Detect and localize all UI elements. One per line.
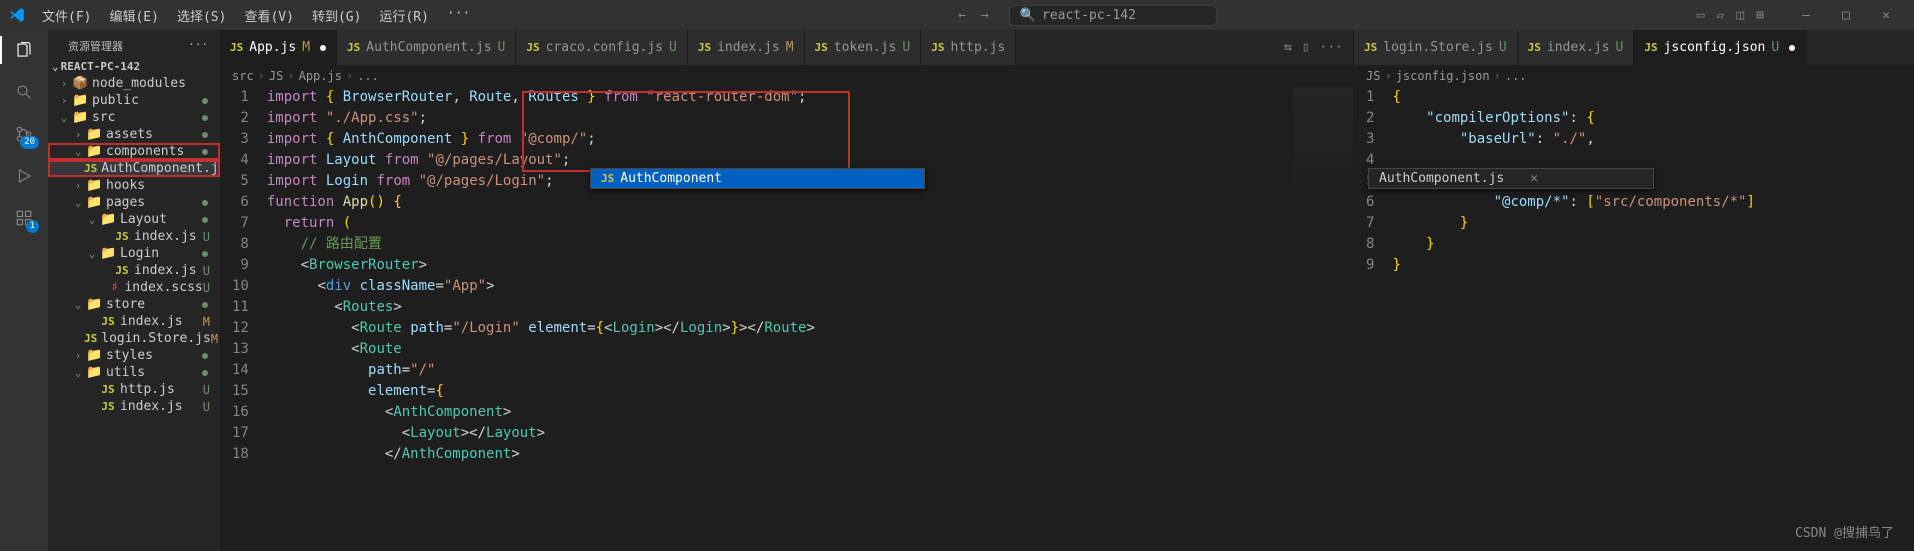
vscode-logo-icon	[8, 6, 26, 24]
gutter-left: 123456789101112131415161718	[220, 87, 267, 551]
code-editor-right[interactable]: 123456789 { "compilerOptions": { "baseUr…	[1354, 87, 1914, 551]
file-tree: ›📦node_modules›📁public⌄📁src›📁assets⌄📁com…	[48, 75, 220, 551]
tree-item[interactable]: JShttp.jsU	[48, 381, 220, 398]
compare-icon[interactable]: ⇆	[1284, 40, 1292, 55]
menu-item[interactable]: 选择(S)	[169, 2, 234, 29]
menu-item[interactable]: 编辑(E)	[101, 2, 166, 29]
extensions-icon[interactable]: 1	[12, 206, 36, 230]
tree-item[interactable]: ⌄📁pages	[48, 194, 220, 211]
tooltip-close-icon[interactable]: ✕	[1530, 171, 1538, 186]
breadcrumb-left[interactable]: src › JS › App.js › ...	[220, 65, 1353, 87]
window-controls: — □ ✕	[1786, 1, 1906, 29]
editor-tab[interactable]: JSApp.js M	[220, 30, 337, 65]
scm-badge: 20	[20, 136, 39, 149]
search-text: react-pc-142	[1042, 8, 1136, 23]
search-icon: 🔍	[1020, 8, 1036, 23]
scm-icon[interactable]: 20	[12, 122, 36, 146]
forward-icon[interactable]: →	[981, 8, 989, 23]
menu-item[interactable]: 查看(V)	[236, 2, 301, 29]
breadcrumb-right[interactable]: JS › jsconfig.json › ...	[1354, 65, 1914, 87]
tooltip-label: AuthComponent.js	[1379, 171, 1504, 186]
explorer-icon[interactable]	[12, 38, 36, 62]
main-menu: 文件(F)编辑(E)选择(S)查看(V)转到(G)运行(R)···	[34, 2, 478, 29]
tree-item[interactable]: ⌄📁Login	[48, 245, 220, 262]
editor-right: JSlogin.Store.js UJSindex.js UJSjsconfig…	[1354, 30, 1914, 551]
editor-tab[interactable]: JScraco.config.js U	[516, 30, 687, 65]
menu-item[interactable]: 运行(R)	[371, 2, 436, 29]
sidebar-title: 资源管理器 ···	[48, 30, 220, 58]
sidebar-section[interactable]: ⌄ REACT-PC-142	[48, 58, 220, 75]
layout-primary-icon[interactable]: ▭	[1697, 8, 1705, 23]
search-icon[interactable]	[12, 80, 36, 104]
tree-item[interactable]: ›📁assets	[48, 126, 220, 143]
activity-bar: 20 1	[0, 30, 48, 551]
back-icon[interactable]: ←	[958, 8, 966, 23]
editor-tab[interactable]: JShttp.js	[921, 30, 1016, 65]
more-icon[interactable]: ···	[1320, 40, 1343, 55]
suggest-label: AuthComponent	[620, 171, 722, 186]
tree-item[interactable]: ♯index.scssU	[48, 279, 220, 296]
autocomplete-popup[interactable]: JS AuthComponent	[590, 168, 925, 189]
file-tooltip: AuthComponent.js ✕	[1368, 168, 1654, 189]
explorer-sidebar: 资源管理器 ··· ⌄ REACT-PC-142 ›📦node_modules›…	[48, 30, 220, 551]
ext-badge: 1	[26, 220, 39, 233]
tree-item[interactable]: ›📦node_modules	[48, 75, 220, 92]
code-lines-right[interactable]: { "compilerOptions": { "baseUrl": "./", …	[1392, 87, 1914, 551]
tree-item[interactable]: ⌄📁Layout	[48, 211, 220, 228]
tree-item[interactable]: ›📁public	[48, 92, 220, 109]
minimap[interactable]	[1293, 87, 1353, 207]
tree-item[interactable]: ⌄📁store	[48, 296, 220, 313]
code-lines-left[interactable]: import { BrowserRouter, Route, Routes } …	[267, 87, 1353, 551]
layout-customize-icon[interactable]: ⊞	[1756, 8, 1764, 23]
code-editor-left[interactable]: 123456789101112131415161718 import { Bro…	[220, 87, 1353, 551]
tabs-right: JSlogin.Store.js UJSindex.js UJSjsconfig…	[1354, 30, 1914, 65]
gutter-right: 123456789	[1354, 87, 1392, 551]
tree-item[interactable]: ⌄📁components	[48, 143, 220, 160]
editor-tab[interactable]: JSlogin.Store.js U	[1354, 30, 1518, 65]
tree-item[interactable]: JSindex.jsU	[48, 262, 220, 279]
tree-item[interactable]: ⌄📁utils	[48, 364, 220, 381]
js-icon: JS	[601, 172, 614, 185]
layout-panel-icon[interactable]: ▱	[1717, 8, 1725, 23]
menu-item[interactable]: ···	[439, 2, 478, 29]
layout-sidebar-icon[interactable]: ◫	[1736, 8, 1744, 23]
nav-arrows: ← →	[958, 8, 989, 23]
tree-item[interactable]: JSindex.jsU	[48, 398, 220, 415]
tree-item[interactable]: JSindex.jsU	[48, 228, 220, 245]
command-center[interactable]: 🔍 react-pc-142	[1009, 5, 1217, 26]
tree-item[interactable]: ›📁hooks	[48, 177, 220, 194]
tree-item[interactable]: JSlogin.Store.jsM	[48, 330, 220, 347]
menu-item[interactable]: 转到(G)	[304, 2, 369, 29]
tree-item[interactable]: ⌄📁src	[48, 109, 220, 126]
chevron-down-icon: ⌄	[52, 60, 59, 73]
editor-tab[interactable]: JSjsconfig.json U	[1634, 30, 1806, 65]
watermark: CSDN @搜捕鸟了	[1795, 522, 1894, 541]
tree-item[interactable]: ›📁styles	[48, 347, 220, 364]
debug-icon[interactable]	[12, 164, 36, 188]
minimize-icon[interactable]: —	[1786, 1, 1826, 29]
project-name: REACT-PC-142	[61, 60, 140, 73]
maximize-icon[interactable]: □	[1826, 1, 1866, 29]
tabs-left: JSApp.js MJSAuthComponent.js UJScraco.co…	[220, 30, 1353, 65]
sidebar-more-icon[interactable]: ···	[188, 38, 208, 54]
title-bar: 文件(F)编辑(E)选择(S)查看(V)转到(G)运行(R)··· ← → 🔍 …	[0, 0, 1914, 30]
editor-tab[interactable]: JStoken.js U	[805, 30, 922, 65]
tree-item[interactable]: JSAuthComponent.jsU	[48, 160, 220, 177]
tree-item[interactable]: JSindex.jsM	[48, 313, 220, 330]
menu-item[interactable]: 文件(F)	[34, 2, 99, 29]
editor-tab[interactable]: JSindex.js U	[1518, 30, 1635, 65]
sidebar-title-label: 资源管理器	[68, 38, 123, 54]
split-icon[interactable]: ▯	[1302, 40, 1310, 55]
editor-tab[interactable]: JSAuthComponent.js U	[337, 30, 516, 65]
editor-tab[interactable]: JSindex.js M	[688, 30, 805, 65]
close-icon[interactable]: ✕	[1866, 1, 1906, 29]
editor-left: JSApp.js MJSAuthComponent.js UJScraco.co…	[220, 30, 1354, 551]
